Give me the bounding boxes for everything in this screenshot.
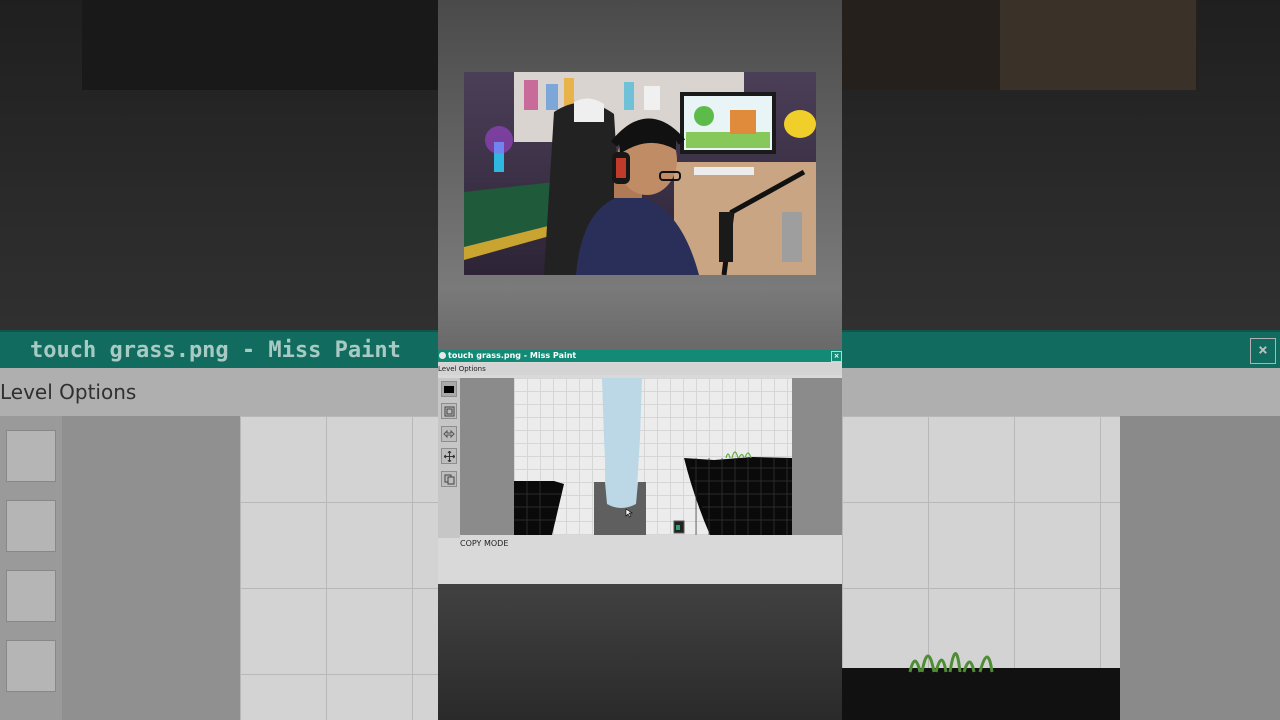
- app-icon: [439, 352, 446, 359]
- webcam-feed: [464, 72, 816, 275]
- select-box-icon[interactable]: [441, 403, 457, 419]
- bg-close-icon: ×: [1250, 338, 1276, 364]
- bg-grass-icon: [908, 652, 994, 673]
- menubar: Level Options: [438, 363, 842, 375]
- close-icon[interactable]: ×: [831, 351, 842, 362]
- right-cliff: [684, 457, 792, 535]
- tool-column: [438, 378, 460, 538]
- status-mode-label: COPY MODE: [460, 539, 509, 548]
- level-canvas[interactable]: [514, 378, 792, 535]
- bg-tool-column: [0, 416, 62, 720]
- paint-window: touch grass.png - Miss Paint × Level Opt…: [438, 350, 842, 584]
- flip-arrows-icon[interactable]: [441, 426, 457, 442]
- grass-icon: [725, 451, 752, 459]
- move-icon[interactable]: [441, 448, 457, 464]
- menu-level-options[interactable]: Level Options: [438, 365, 486, 373]
- copy-icon[interactable]: [441, 471, 457, 487]
- left-cliff: [514, 481, 564, 535]
- rectangle-fill-icon[interactable]: [441, 381, 457, 397]
- window-title: touch grass.png - Miss Paint: [448, 351, 577, 360]
- window-titlebar[interactable]: touch grass.png - Miss Paint ×: [438, 350, 842, 362]
